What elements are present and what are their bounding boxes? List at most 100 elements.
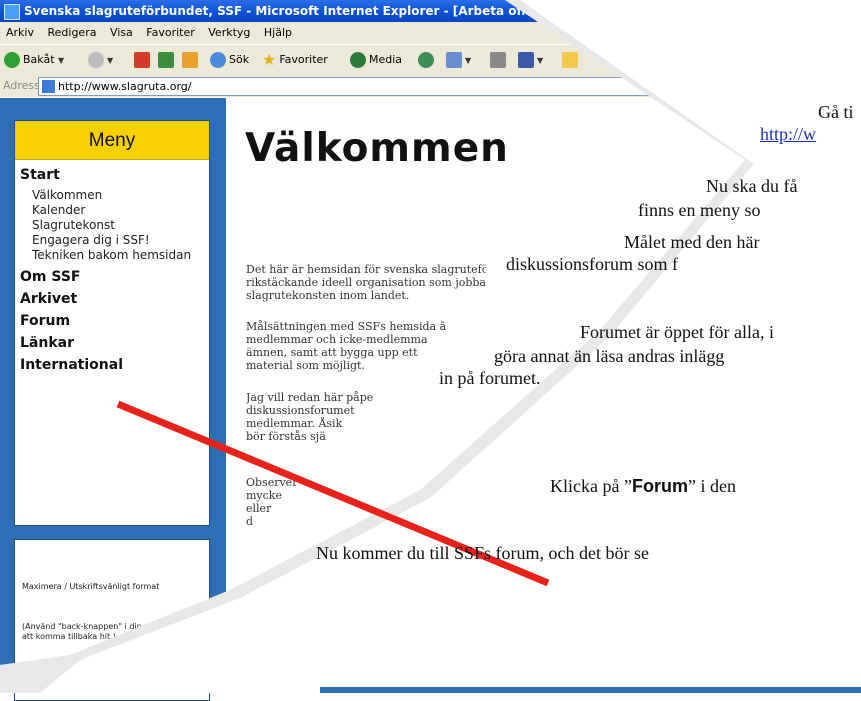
media-label: Media: [369, 53, 403, 66]
page-icon: [42, 80, 55, 93]
text-line: Det här är hemsidan för svenska slagrute…: [246, 263, 486, 276]
chevron-down-icon[interactable]: ▼: [58, 56, 64, 65]
site-menu: Meny Start Välkommen Kalender Slagruteko…: [14, 120, 210, 526]
text-line: d: [246, 515, 254, 528]
observe-paragraph: Observer mycke eller d: [246, 476, 486, 528]
refresh-button[interactable]: [158, 50, 177, 70]
back-arrow-icon: [4, 52, 20, 68]
address-value: http://www.slagruta.org/: [58, 80, 192, 93]
address-bar: Adress http://www.slagruta.org/: [0, 75, 861, 97]
menu-item-tekniken[interactable]: Tekniken bakom hemsidan: [32, 248, 192, 263]
favorites-label: Favoriter: [279, 53, 328, 66]
menu-item-international[interactable]: International: [20, 356, 209, 375]
tutorial-line5: diskussionsforum som f: [506, 254, 679, 274]
tutorial-line6: Forumet är öppet för alla, i: [580, 322, 774, 342]
tutorial-line8: in på forumet.: [439, 368, 541, 388]
favorites-button[interactable]: ★ Favoriter: [262, 50, 328, 70]
forum-keyword: Forum: [631, 476, 688, 496]
menu-item-arkivet[interactable]: Arkivet: [20, 290, 209, 309]
notice-paragraph: Jag vill redan här påpe diskussionsforum…: [246, 391, 486, 443]
stop-icon: [134, 52, 150, 68]
back-label: Bakåt: [23, 53, 55, 66]
media-button[interactable]: Media: [350, 50, 402, 70]
word-icon: [518, 52, 534, 68]
print-format-box: Maximera / Utskriftsvänligt format (Anvä…: [14, 539, 210, 701]
edit-button[interactable]: ▼: [518, 50, 543, 70]
text-line: ämnen, samt att bygga upp ett: [246, 346, 418, 359]
window-titlebar: Svenska slagruteförbundet, SSF - Microso…: [0, 0, 861, 22]
menu-item-kalender[interactable]: Kalender: [32, 203, 209, 218]
print-help-text: (Använd "back-knappen" i din webläsare f…: [22, 622, 199, 641]
text-line: mycke: [246, 489, 282, 502]
search-label: Sök: [229, 53, 250, 66]
home-button[interactable]: [182, 50, 201, 70]
text-line: Målsättningen med SSFs hemsida ä: [246, 320, 447, 333]
menu-item-start[interactable]: Start: [20, 166, 209, 185]
chevron-down-icon[interactable]: ▼: [107, 56, 113, 65]
text-line: medlemmar. Åsik: [246, 417, 343, 430]
tutorial-line4: Målet med den här: [624, 232, 760, 252]
menu-item-om-ssf[interactable]: Om SSF: [20, 268, 209, 287]
menu-item-forum[interactable]: Forum: [20, 312, 209, 331]
intro-paragraph: Det här är hemsidan för svenska slagrute…: [246, 263, 486, 302]
mail-icon: [446, 52, 462, 68]
text-line: bör förstås sjä: [246, 430, 326, 443]
page-heading: Välkommen: [245, 126, 509, 171]
url-link[interactable]: http://w: [760, 124, 816, 144]
click-prefix: Klicka på ”: [550, 476, 632, 496]
address-input[interactable]: http://www.slagruta.org/: [38, 77, 860, 96]
menu-arkiv[interactable]: Arkiv: [6, 22, 34, 44]
next-screenshot-edge: [320, 687, 861, 693]
menu-visa[interactable]: Visa: [110, 22, 133, 44]
text-line: slagrutekonsten inom landet.: [246, 289, 410, 302]
menu-verktyg[interactable]: Verktyg: [208, 22, 250, 44]
print-button[interactable]: [490, 50, 509, 70]
menu-list: Start Välkommen Kalender Slagrutekonst E…: [15, 160, 209, 375]
text-line: eller: [246, 502, 272, 515]
forward-button[interactable]: ▼: [88, 50, 113, 70]
chevron-down-icon[interactable]: ▼: [465, 56, 471, 65]
history-button[interactable]: [418, 50, 437, 70]
browser-toolbar: Bakåt ▼ ▼ Sök ★ Favoriter Media ▼ ▼: [0, 44, 861, 76]
text-line: Jag vill redan här påpe: [246, 391, 374, 404]
tutorial-line1: Gå ti: [818, 102, 854, 122]
menu-item-valkommen[interactable]: Välkommen: [32, 188, 209, 203]
text-line: Observer: [246, 476, 298, 489]
text-line: rikstäckande ideell organisation som job…: [246, 276, 486, 289]
folder-icon: [562, 52, 578, 68]
forward-arrow-icon: [88, 52, 104, 68]
text-line: medlemmar och icke-medlemma: [246, 333, 428, 346]
menu-hjalp[interactable]: Hjälp: [264, 22, 292, 44]
click-suffix: ” i den: [687, 476, 736, 496]
print-icon: [490, 52, 506, 68]
home-icon: [182, 52, 198, 68]
tutorial-click-instruction: Klicka på ”Forum” i den: [550, 476, 736, 497]
menu-redigera[interactable]: Redigera: [47, 22, 96, 44]
ie-app-icon: [4, 4, 20, 20]
menu-item-slagrutekonst[interactable]: Slagrutekonst: [32, 218, 209, 233]
tutorial-line2: Nu ska du få: [706, 176, 798, 196]
back-button[interactable]: Bakåt ▼: [4, 50, 64, 70]
tutorial-line3: finns en meny so: [638, 200, 761, 220]
stop-button[interactable]: [134, 50, 153, 70]
browser-menubar: Arkiv Redigera Visa Favoriter Verktyg Hj…: [0, 22, 861, 44]
media-icon: [350, 52, 366, 68]
text-line: diskussionsforumet: [246, 404, 355, 417]
menu-favoriter[interactable]: Favoriter: [146, 22, 194, 44]
search-button[interactable]: Sök: [210, 50, 249, 70]
address-label: Adress: [3, 79, 40, 92]
mail-button[interactable]: ▼: [446, 50, 471, 70]
refresh-icon: [158, 52, 174, 68]
tutorial-link[interactable]: http://w: [760, 124, 816, 145]
star-icon: ★: [262, 50, 277, 69]
maximize-print-link[interactable]: Maximera / Utskriftsvänligt format: [22, 582, 202, 592]
menu-title: Meny: [15, 121, 209, 160]
tutorial-line7: göra annat än läsa andras inlägg: [494, 346, 725, 366]
menu-item-engagera[interactable]: Engagera dig i SSF!: [32, 233, 209, 248]
history-icon: [418, 52, 434, 68]
chevron-down-icon[interactable]: ▼: [537, 56, 543, 65]
menu-item-lankar[interactable]: Länkar: [20, 334, 209, 353]
window-title: Svenska slagruteförbundet, SSF - Microso…: [24, 4, 557, 18]
folder-button[interactable]: [562, 50, 581, 70]
search-icon: [210, 52, 226, 68]
